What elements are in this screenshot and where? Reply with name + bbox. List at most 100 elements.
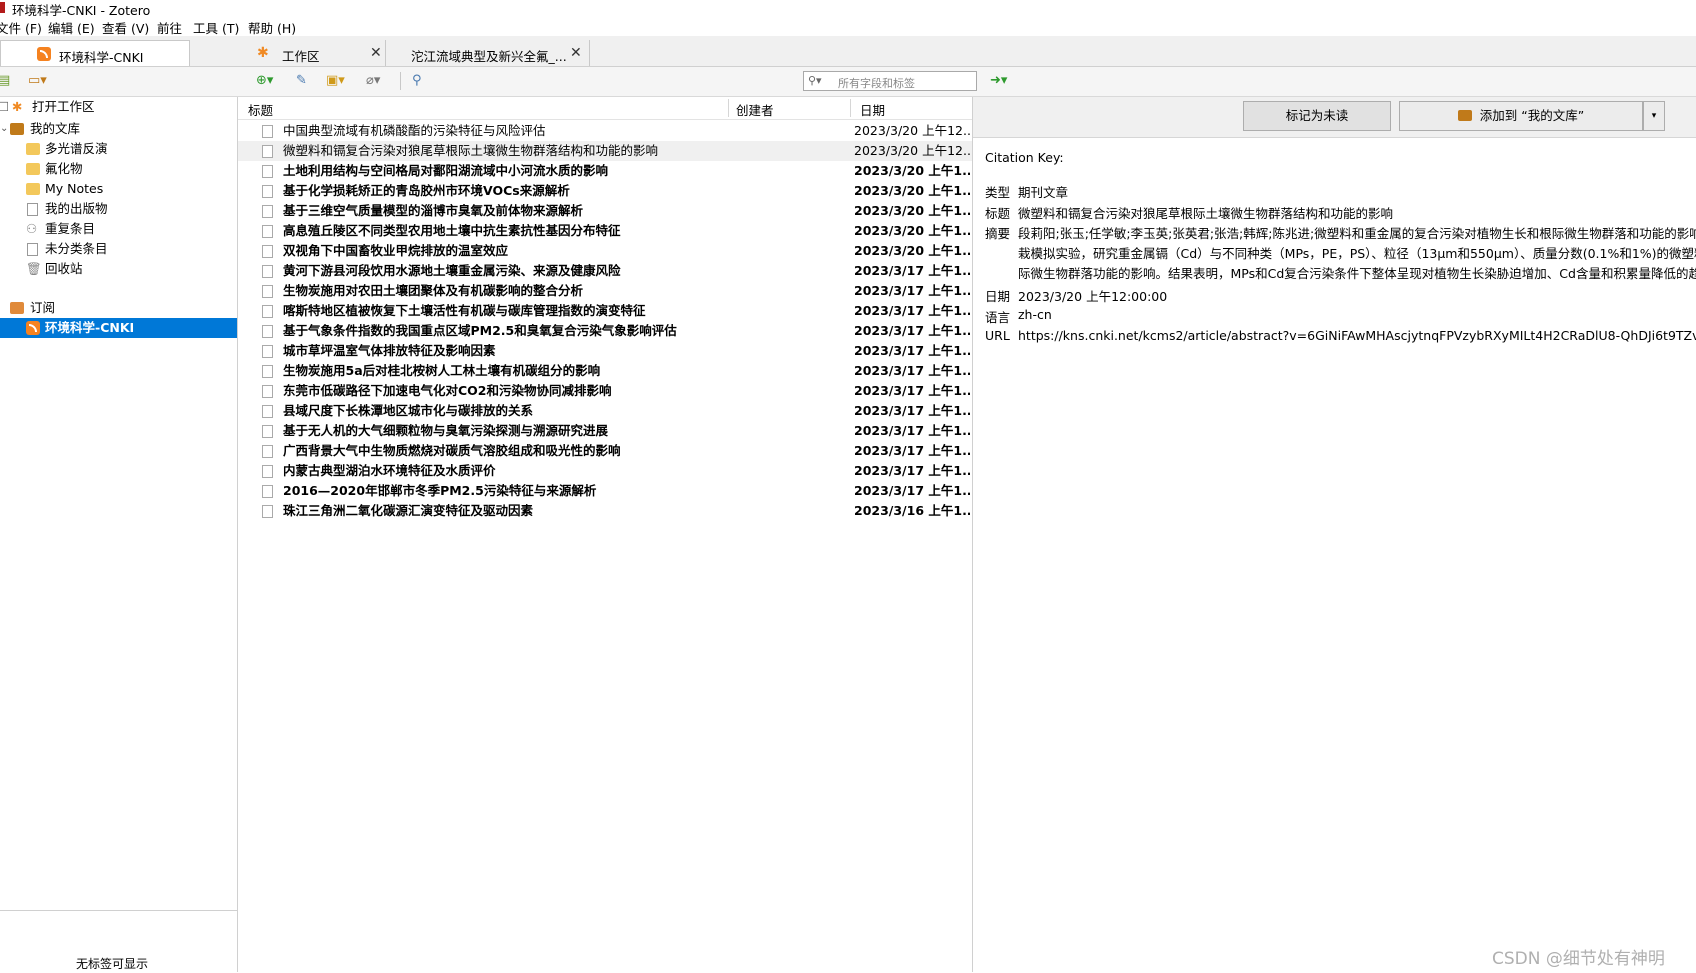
- column-creator[interactable]: 创建者: [736, 100, 774, 119]
- search-mode-icon[interactable]: ⚲▾: [808, 74, 822, 87]
- item-row[interactable]: 生物炭施用对农田土壤团聚体及有机碳影响的整合分析 2023/3/17 上午1...: [238, 281, 972, 301]
- item-date: 2023/3/20 上午1...: [854, 243, 970, 258]
- item-row[interactable]: 内蒙古典型湖泊水环境特征及水质评价 2023/3/17 上午1...: [238, 461, 972, 481]
- tab-document[interactable]: 沱江流域典型及新兴全氟_... ✕: [386, 40, 590, 66]
- menu-view[interactable]: 查看 (V): [102, 18, 149, 37]
- add-to-library-button[interactable]: 添加到 “我的文库”: [1399, 101, 1643, 131]
- item-date: 2023/3/20 上午1...: [854, 203, 970, 218]
- new-library-menu-icon[interactable]: ▭▾: [28, 73, 47, 89]
- field-value[interactable]: 段莉阳;张玉;任学敏;李玉英;张英君;张浩;韩辉;陈兆进;微塑料和重金属的复合污…: [1018, 223, 1696, 242]
- duplicate-items-label: 重复条目: [45, 221, 96, 236]
- field-value[interactable]: 栽模拟实验，研究重金属镉（Cd）与不同种类（MPs，PE，PS）、粒径（13μm…: [1018, 243, 1696, 262]
- tab-workspace[interactable]: ✱ 工作区 ✕: [190, 40, 386, 66]
- item-row[interactable]: 2016—2020年邯郸市冬季PM2.5污染特征与来源解析 2023/3/17 上…: [238, 481, 972, 501]
- item-title: 中国典型流域有机磷酸酯的污染特征与风险评估: [283, 123, 546, 138]
- mark-unread-button[interactable]: 标记为未读: [1243, 101, 1391, 131]
- field-value[interactable]: 微塑料和镉复合污染对狼尾草根际土壤微生物群落结构和功能的影响: [1018, 203, 1393, 222]
- feeds-label: 订阅: [30, 300, 56, 315]
- item-date: 2023/3/17 上午1...: [854, 263, 970, 278]
- column-title[interactable]: 标题: [248, 100, 273, 119]
- locate-icon[interactable]: ➜▾: [990, 73, 1007, 89]
- chevron-down-icon[interactable]: ▾: [1643, 101, 1665, 131]
- collection-item[interactable]: 氟化物: [0, 159, 237, 179]
- menu-file[interactable]: 文件 (F): [0, 18, 42, 37]
- open-workspace-item[interactable]: ☐ ✱ 打开工作区: [0, 97, 237, 117]
- collapse-icon[interactable]: ⌄: [0, 119, 8, 139]
- item-row[interactable]: 喀斯特地区植被恢复下土壤活性有机碳与碳库管理指数的演变特征 2023/3/17 上…: [238, 301, 972, 321]
- trash-item[interactable]: 🗑 回收站: [0, 259, 237, 279]
- column-header: 标题 创建者 日期: [238, 97, 972, 120]
- new-item-icon[interactable]: ⊕▾: [256, 73, 273, 89]
- tab-label: 沱江流域典型及新兴全氟_...: [411, 49, 567, 64]
- feeds-icon: [10, 302, 24, 314]
- item-date: 2023/3/20 上午1...: [854, 183, 970, 198]
- item-row[interactable]: 基于无人机的大气细颗粒物与臭氧污染探测与溯源研究进展 2023/3/17 上午1.…: [238, 421, 972, 441]
- field-value[interactable]: 期刊文章: [1018, 182, 1068, 201]
- search-icon[interactable]: ⚲: [412, 73, 422, 89]
- item-row[interactable]: 生物炭施用5a后对桂北桉树人工林土壤有机碳组分的影响 2023/3/17 上午1.…: [238, 361, 972, 381]
- field-label: URL: [985, 328, 1010, 343]
- item-row[interactable]: 双视角下中国畜牧业甲烷排放的温室效应 2023/3/20 上午1...: [238, 241, 972, 261]
- item-row[interactable]: 黄河下游县河段饮用水源地土壤重金属污染、来源及健康风险 2023/3/17 上午1…: [238, 261, 972, 281]
- trash-icon: 🗑: [26, 261, 42, 276]
- tab-label: 环境科学-CNKI: [59, 50, 144, 65]
- item-row[interactable]: 基于气象条件指数的我国重点区域PM2.5和臭氧复合污染气象影响评估 2023/3/…: [238, 321, 972, 341]
- item-row[interactable]: 高息殖丘陵区不同类型农用地土壤中抗生素抗性基因分布特征 2023/3/20 上午1…: [238, 221, 972, 241]
- new-note-icon[interactable]: ▣▾: [326, 73, 345, 89]
- document-icon: [27, 243, 38, 256]
- document-icon: [27, 203, 38, 216]
- journal-article-icon: [262, 405, 273, 418]
- menu-tools[interactable]: 工具 (T): [193, 18, 239, 37]
- field-value[interactable]: https://kns.cnki.net/kcms2/article/abstr…: [1018, 328, 1696, 343]
- library-icon: [10, 123, 24, 135]
- column-divider[interactable]: [850, 99, 851, 117]
- item-row[interactable]: 中国典型流域有机磷酸酯的污染特征与风险评估 2023/3/20 上午12...: [238, 121, 972, 141]
- item-detail-pane: 标记为未读 添加到 “我的文库” ▾ Citation Key: 类型 期刊文章标…: [973, 97, 1696, 972]
- item-row[interactable]: 基于三维空气质量模型的淄博市臭氧及前体物来源解析 2023/3/20 上午1...: [238, 201, 972, 221]
- item-row[interactable]: 土地利用结构与空间格局对鄱阳湖流域中小河流水质的影响 2023/3/20 上午1.…: [238, 161, 972, 181]
- add-by-identifier-icon[interactable]: ✎: [296, 73, 307, 89]
- my-publications-item[interactable]: 我的出版物: [0, 199, 237, 219]
- tab-cnki-feed[interactable]: 环境科学-CNKI: [0, 40, 190, 66]
- search-input[interactable]: ⚲▾ 所有字段和标签: [803, 71, 977, 91]
- attachment-icon[interactable]: ⌀▾: [366, 73, 380, 89]
- new-collection-icon[interactable]: ▤: [0, 73, 10, 89]
- item-row[interactable]: 微塑料和镉复合污染对狼尾草根际土壤微生物群落结构和功能的影响 2023/3/20 …: [238, 141, 972, 161]
- item-date: 2023/3/17 上午1...: [854, 403, 970, 418]
- trash-label: 回收站: [45, 261, 83, 276]
- add-to-library-label: 添加到 “我的文库”: [1479, 108, 1585, 123]
- field-value[interactable]: 际微生物群落功能的影响。结果表明，MPs和Cd复合污染条件下整体呈现对植物生长染…: [1018, 263, 1696, 282]
- journal-article-icon: [262, 485, 273, 498]
- collection-item[interactable]: 多光谱反演: [0, 139, 237, 159]
- item-date: 2023/3/17 上午1...: [854, 343, 970, 358]
- column-divider[interactable]: [728, 99, 729, 117]
- item-row[interactable]: 基于化学损耗矫正的青岛胶州市环境VOCs来源解析 2023/3/20 上午1...: [238, 181, 972, 201]
- close-icon[interactable]: ✕: [570, 45, 582, 61]
- close-icon[interactable]: ✕: [370, 45, 382, 61]
- my-library-label: 我的文库: [30, 121, 81, 136]
- field-value[interactable]: 2023/3/20 上午12:00:00: [1018, 286, 1167, 305]
- feeds-item[interactable]: 订阅: [0, 298, 237, 318]
- collection-item[interactable]: My Notes: [0, 179, 237, 199]
- item-row[interactable]: 城市草坪温室气体排放特征及影响因素 2023/3/17 上午1...: [238, 341, 972, 361]
- collection-label: My Notes: [45, 181, 104, 196]
- item-title: 微塑料和镉复合污染对狼尾草根际土壤微生物群落结构和功能的影响: [283, 143, 659, 158]
- journal-article-icon: [262, 465, 273, 478]
- item-row[interactable]: 县域尺度下长株潭地区城市化与碳排放的关系 2023/3/17 上午1...: [238, 401, 972, 421]
- item-row[interactable]: 广西背景大气中生物质燃烧对碳质气溶胶组成和吸光性的影响 2023/3/17 上午1…: [238, 441, 972, 461]
- unfiled-items[interactable]: 未分类条目: [0, 239, 237, 259]
- item-date: 2023/3/17 上午1...: [854, 283, 970, 298]
- item-row[interactable]: 珠江三角洲二氧化碳源汇演变特征及驱动因素 2023/3/16 上午1...: [238, 501, 972, 521]
- field-value[interactable]: zh-cn: [1018, 307, 1052, 322]
- duplicate-items[interactable]: ⚇ 重复条目: [0, 219, 237, 239]
- my-library-item[interactable]: ⌄ 我的文库: [0, 119, 237, 139]
- menu-edit[interactable]: 编辑 (E): [48, 18, 95, 37]
- column-date[interactable]: 日期: [860, 100, 885, 119]
- item-date: 2023/3/20 上午12...: [854, 143, 970, 158]
- item-row[interactable]: 东莞市低碳路径下加速电气化对CO2和污染物协同减排影响 2023/3/17 上午1…: [238, 381, 972, 401]
- field-label: 类型: [985, 185, 1011, 200]
- feed-cnki[interactable]: 环境科学-CNKI: [0, 318, 237, 338]
- menu-go[interactable]: 前往: [157, 18, 182, 37]
- menu-help[interactable]: 帮助 (H): [248, 18, 296, 37]
- menu-bar: 文件 (F) 编辑 (E) 查看 (V) 前往 工具 (T) 帮助 (H): [0, 16, 1696, 36]
